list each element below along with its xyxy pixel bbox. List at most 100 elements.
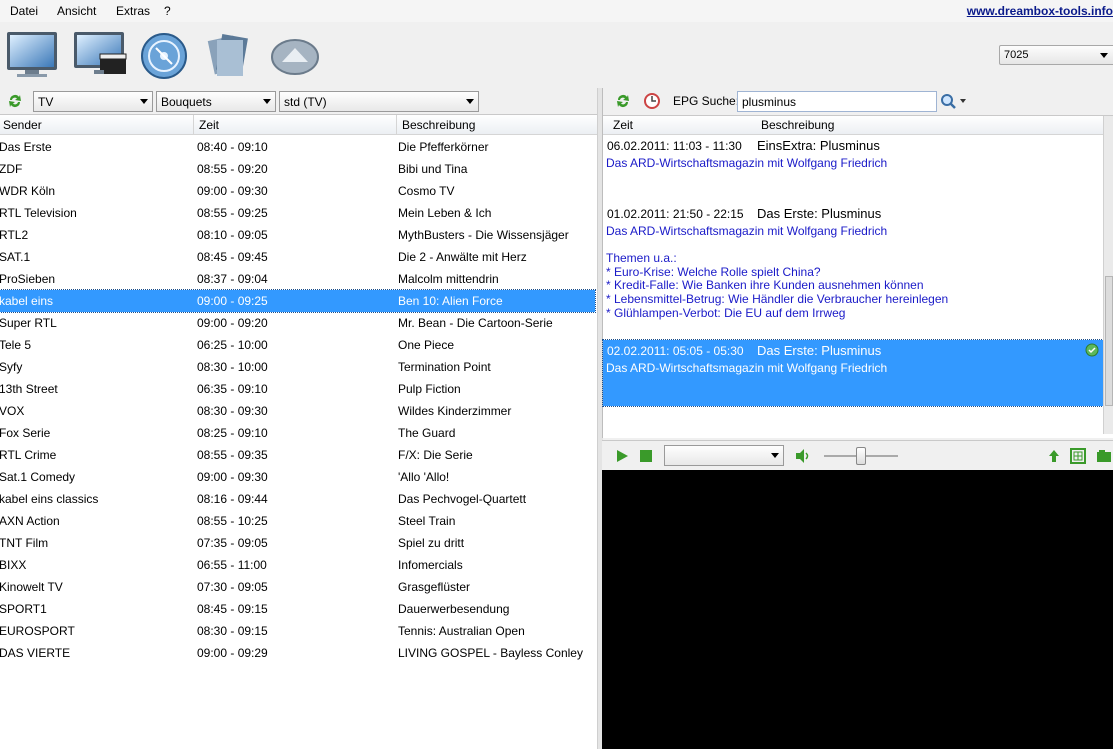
table-row[interactable]: EUROSPORT 08:30 - 09:15 Tennis: Australian… <box>0 620 595 642</box>
epg-scrollbar[interactable] <box>1103 116 1113 434</box>
cell-sender: ZDF <box>0 162 23 176</box>
cell-zeit: 08:55 - 09:25 <box>197 206 268 220</box>
volume-slider-thumb[interactable] <box>856 447 866 465</box>
table-row[interactable]: Das Erste 08:40 - 09:10 Die Pfefferkörner <box>0 136 595 158</box>
col-beschreibung[interactable]: Beschreibung <box>402 118 475 132</box>
epg-time: 01.02.2011: 21:50 - 22:15 <box>607 207 744 221</box>
epg-entry[interactable]: 06.02.2011: 11:03 - 11:30 EinsExtra: Plu… <box>603 136 1103 176</box>
timer-check-icon[interactable] <box>1085 343 1099 357</box>
table-row[interactable]: Fox Serie 08:25 - 09:10 The Guard <box>0 422 595 444</box>
epg-title: Das Erste: Plusminus <box>757 206 882 221</box>
table-row-selected[interactable]: kabel eins 09:00 - 09:25 Ben 10: Alien For… <box>0 289 596 313</box>
cell-beschreibung: The Guard <box>398 426 456 440</box>
chevron-down-icon <box>140 99 148 104</box>
epg-search-value: plusminus <box>742 95 797 109</box>
cell-beschreibung: One Piece <box>398 338 455 352</box>
table-row[interactable]: Kinowelt TV 07:30 - 09:05 Grasgeflüster <box>0 576 595 598</box>
menu-datei[interactable]: Datei <box>10 4 38 18</box>
bouquet-list-value: std (TV) <box>284 95 327 109</box>
epg-col-beschreibung[interactable]: Beschreibung <box>761 118 834 132</box>
table-row[interactable]: DAS VIERTE 09:00 - 09:29 LIVING GOSPEL - B… <box>0 642 595 664</box>
table-row[interactable]: RTL2 08:10 - 09:05 MythBusters - Die Wisse… <box>0 224 595 246</box>
table-row[interactable]: 13th Street 06:35 - 09:10 Pulp Fiction <box>0 378 595 400</box>
cell-sender: kabel eins <box>0 294 54 308</box>
tv-icon[interactable] <box>5 30 59 80</box>
column-divider[interactable] <box>396 115 397 134</box>
upload-icon[interactable] <box>1046 448 1062 464</box>
bouquet-list-select[interactable]: std (TV) <box>279 91 479 112</box>
bouquets-select[interactable]: Bouquets <box>156 91 276 112</box>
table-row[interactable]: ZDF 08:55 - 09:20 Bibi und Tina <box>0 158 595 180</box>
table-row[interactable]: SAT.1 08:45 - 09:45 Die 2 - Anwälte mit He… <box>0 246 595 268</box>
epg-title: EinsExtra: Plusminus <box>757 138 880 153</box>
col-sender[interactable]: Sender <box>3 118 42 132</box>
cell-sender: BIXX <box>0 558 27 572</box>
epg-desc-line: Themen u.a.: <box>606 251 677 265</box>
cell-zeit: 06:55 - 11:00 <box>197 558 267 572</box>
table-row[interactable]: AXN Action 08:55 - 10:25 Steel Train <box>0 510 595 532</box>
menu-ansicht[interactable]: Ansicht <box>57 4 96 18</box>
epg-search-label: EPG Suche: <box>673 94 740 108</box>
epg-entry-selected[interactable]: 02.02.2011: 05:05 - 05:30 Das Erste: Plu… <box>602 339 1104 407</box>
cell-beschreibung: Tennis: Australian Open <box>398 624 525 638</box>
table-row[interactable]: Tele 5 06:25 - 10:00 One Piece <box>0 334 595 356</box>
table-row[interactable]: Syfy 08:30 - 10:00 Termination Point <box>0 356 595 378</box>
refresh-icon[interactable] <box>7 93 23 109</box>
cell-sender: Syfy <box>0 360 23 374</box>
fullscreen-icon[interactable] <box>1070 448 1086 464</box>
column-divider[interactable] <box>193 115 194 134</box>
epg-col-zeit[interactable]: Zeit <box>613 118 633 132</box>
epg-desc-line: * Lebensmittel-Betrug: Wie Händler die V… <box>606 292 949 306</box>
video-area[interactable] <box>602 470 1113 749</box>
receiver-value: 7025 <box>1004 49 1029 61</box>
epg-title: Das Erste: Plusminus <box>757 343 882 358</box>
cell-sender: ProSieben <box>0 272 56 286</box>
table-row[interactable]: Sat.1 Comedy 09:00 - 09:30 'Allo 'Allo! <box>0 466 595 488</box>
receiver-select[interactable]: 7025 <box>999 45 1113 65</box>
epg-desc-line: * Kredit-Falle: Wie Banken ihre Kunden a… <box>606 278 924 292</box>
cell-zeit: 07:35 - 09:05 <box>197 536 268 550</box>
cell-beschreibung: Cosmo TV <box>398 184 455 198</box>
table-row[interactable]: RTL Television 08:55 - 09:25 Mein Leben & … <box>0 202 595 224</box>
menu-help[interactable]: ? <box>164 4 171 18</box>
table-row[interactable]: kabel eins classics 08:16 - 09:44 Das Pech… <box>0 488 595 510</box>
cell-zeit: 09:00 - 09:30 <box>197 184 268 198</box>
table-row[interactable]: WDR Köln 09:00 - 09:30 Cosmo TV <box>0 180 595 202</box>
menu-extras[interactable]: Extras <box>116 4 150 18</box>
cell-zeit: 08:16 - 09:44 <box>197 492 268 506</box>
type-select[interactable]: TV <box>33 91 153 112</box>
col-zeit[interactable]: Zeit <box>199 118 219 132</box>
channel-toolbar: TV Bouquets std (TV) <box>0 88 597 115</box>
volume-icon[interactable] <box>794 448 812 464</box>
site-link[interactable]: www.dreambox-tools.info <box>967 4 1113 18</box>
table-row[interactable]: SPORT1 08:45 - 09:15 Dauerwerbesendung <box>0 598 595 620</box>
chevron-down-icon <box>263 99 271 104</box>
search-icon[interactable] <box>940 93 968 109</box>
files-icon[interactable] <box>205 30 259 80</box>
stop-icon[interactable] <box>638 448 654 464</box>
bouquets-value: Bouquets <box>161 95 212 109</box>
scrollbar-thumb[interactable] <box>1105 276 1113 406</box>
cell-sender: SAT.1 <box>0 250 31 264</box>
snapshot-icon[interactable] <box>1096 448 1112 464</box>
clock-icon[interactable] <box>643 92 661 110</box>
table-row[interactable]: RTL Crime 08:55 - 09:35 F/X: Die Serie <box>0 444 595 466</box>
epg-search-input[interactable]: plusminus <box>737 91 937 112</box>
cell-zeit: 08:45 - 09:45 <box>197 250 268 264</box>
movie-icon[interactable] <box>72 30 127 80</box>
refresh-icon[interactable] <box>615 93 631 109</box>
epg-entry[interactable]: 01.02.2011: 21:50 - 22:15 Das Erste: Plu… <box>603 204 1103 324</box>
play-icon[interactable] <box>614 448 630 464</box>
epg-table-header: Zeit Beschreibung <box>603 116 1103 135</box>
table-row[interactable]: BIXX 06:55 - 11:00 Infomercials <box>0 554 595 576</box>
table-row[interactable]: TNT Film 07:35 - 09:05 Spiel zu dritt <box>0 532 595 554</box>
eject-icon[interactable] <box>268 30 322 80</box>
stream-select[interactable] <box>664 445 784 466</box>
cell-beschreibung: Spiel zu dritt <box>398 536 465 550</box>
cell-sender: Kinowelt TV <box>0 580 63 594</box>
disc-icon[interactable] <box>138 30 192 80</box>
table-row[interactable]: Super RTL 09:00 - 09:20 Mr. Bean - Die Car… <box>0 312 595 334</box>
table-row[interactable]: ProSieben 08:37 - 09:04 Malcolm mittendrin <box>0 268 595 290</box>
table-row[interactable]: VOX 08:30 - 09:30 Wildes Kinderzimmer <box>0 400 595 422</box>
type-value: TV <box>38 95 54 109</box>
